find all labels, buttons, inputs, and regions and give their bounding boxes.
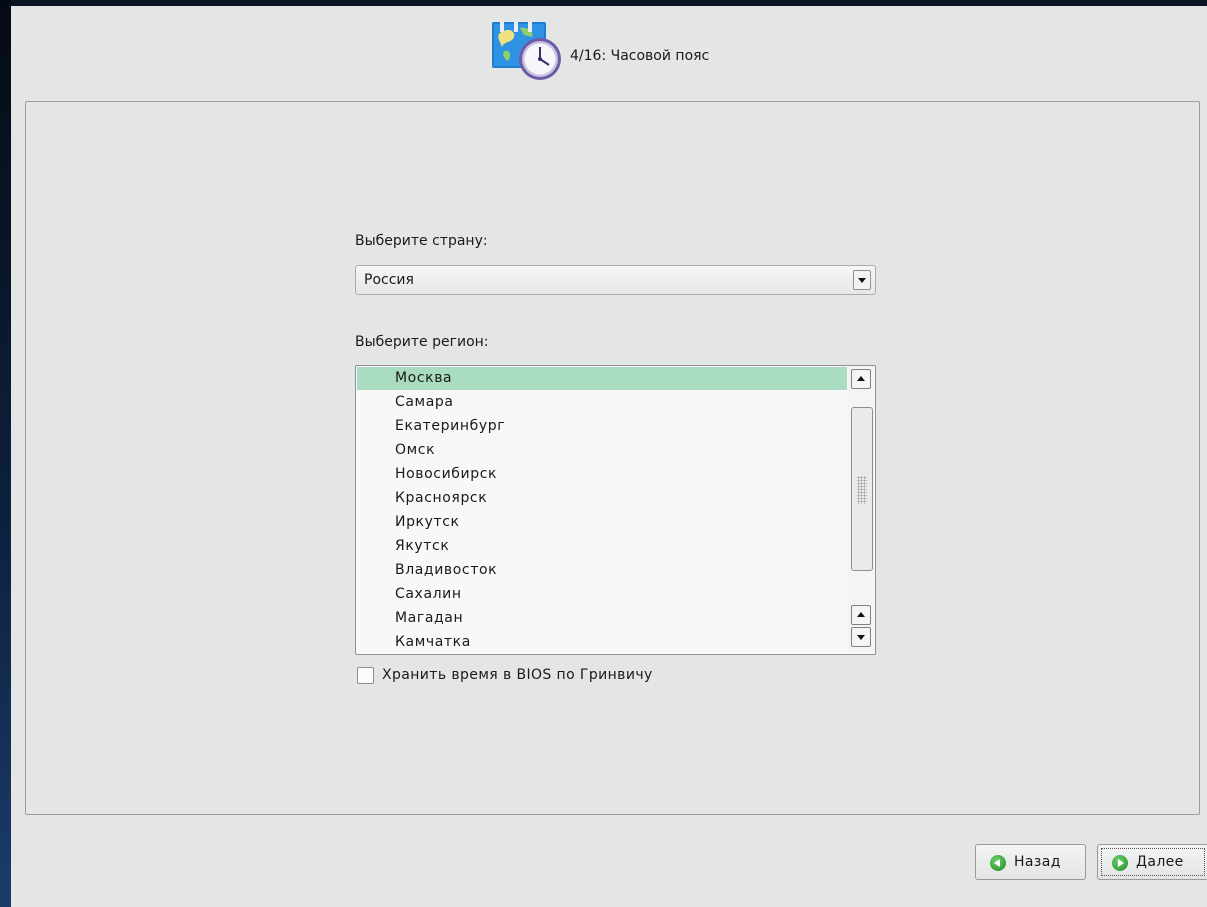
bios-utc-checkbox[interactable] <box>357 667 374 684</box>
list-item[interactable]: Сахалин <box>357 583 847 606</box>
next-button-label: Далее <box>1136 854 1184 870</box>
step-title: 4/16: Часовой пояс <box>570 48 710 64</box>
arrow-right-icon <box>1112 855 1128 871</box>
list-item[interactable]: Иркутск <box>357 511 847 534</box>
list-item[interactable]: Камчатка <box>357 631 847 654</box>
country-select[interactable]: Россия <box>355 265 876 295</box>
scroll-thumb[interactable] <box>851 407 873 571</box>
chevron-down-icon[interactable] <box>853 270 871 290</box>
next-button[interactable]: Далее <box>1097 844 1207 880</box>
list-item[interactable]: Магадан <box>357 607 847 630</box>
grip-icon <box>857 476 867 504</box>
list-item[interactable]: Самара <box>357 391 847 414</box>
list-item[interactable]: Екатеринбург <box>357 415 847 438</box>
scroll-up-button[interactable] <box>851 369 871 389</box>
country-select-value: Россия <box>364 272 414 288</box>
content-panel: Выберите страну: Россия Выберите регион:… <box>25 101 1200 815</box>
region-list-scrollbar[interactable] <box>848 367 874 653</box>
list-item[interactable]: Владивосток <box>357 559 847 582</box>
list-item[interactable]: Красноярск <box>357 487 847 510</box>
scroll-up-button-secondary[interactable] <box>851 605 871 625</box>
back-button[interactable]: Назад <box>975 844 1086 880</box>
scroll-down-button[interactable] <box>851 627 871 647</box>
list-item[interactable]: Новосибирск <box>357 463 847 486</box>
country-label: Выберите страну: <box>355 233 488 249</box>
back-button-label: Назад <box>1014 854 1061 870</box>
list-item[interactable]: Москва <box>357 367 847 390</box>
timezone-clock-icon <box>492 22 561 80</box>
list-item[interactable]: Якутск <box>357 535 847 558</box>
step-header: 4/16: Часовой пояс <box>11 6 1207 96</box>
region-list[interactable]: Москва Самара Екатеринбург Омск Новосиби… <box>355 365 876 655</box>
bios-utc-label[interactable]: Хранить время в BIOS по Гринвичу <box>382 667 653 683</box>
desktop-edge <box>0 0 11 907</box>
region-label: Выберите регион: <box>355 334 489 350</box>
list-item[interactable]: Омск <box>357 439 847 462</box>
arrow-left-icon <box>990 855 1006 871</box>
installer-window: 4/16: Часовой пояс Выберите страну: Росс… <box>11 6 1207 907</box>
